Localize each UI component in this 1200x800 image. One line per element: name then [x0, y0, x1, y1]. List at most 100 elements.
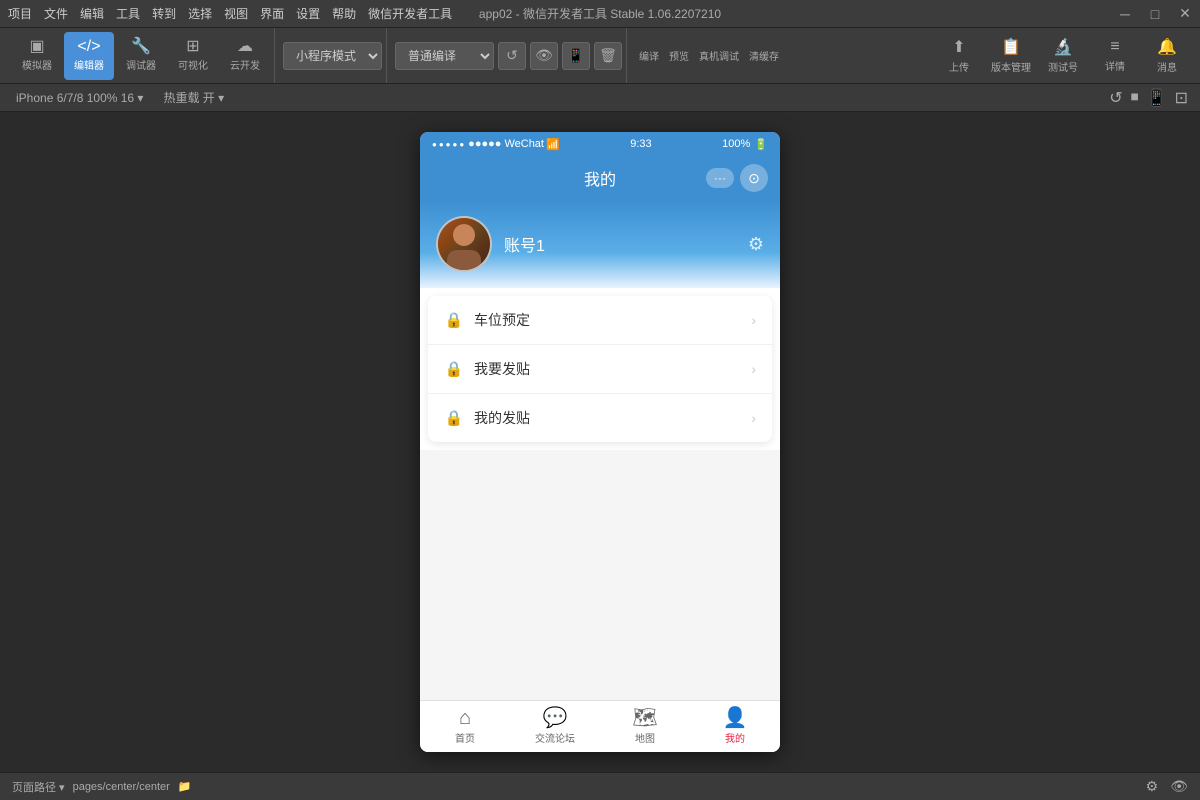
status-time: 9:33 — [630, 138, 651, 150]
wifi-icon: 📶 — [546, 138, 560, 151]
settings-status-icon[interactable]: ⚙ — [1146, 778, 1159, 795]
compile-label: 编译 — [635, 48, 663, 63]
mypost-label: 我的发贴 — [474, 408, 751, 428]
nav-title: 我的 — [584, 166, 616, 190]
carrier-dots: ●●●●● — [432, 140, 466, 149]
dots-label: ··· — [714, 171, 726, 185]
nav-circle-button[interactable]: ⊙ — [740, 164, 768, 192]
clear-label: 清缓存 — [745, 48, 783, 63]
hot-reload-toggle[interactable]: 热重载 开 ▾ — [159, 87, 228, 108]
menu-item-post[interactable]: 🔒 我要发贴 › — [428, 345, 772, 394]
menu-file[interactable]: 文件 — [44, 5, 68, 22]
main-toolbar: ▣ 模拟器 </> 编辑器 🔧 调试器 ⊞ 可视化 ☁ 云开发 小程序模式 插件… — [0, 28, 1200, 84]
battery-icon: 🔋 — [754, 138, 768, 151]
menu-select[interactable]: 选择 — [188, 5, 212, 22]
message-label: 消息 — [1157, 59, 1177, 74]
profile-settings-icon[interactable]: ⚙ — [748, 234, 764, 255]
tab-mine[interactable]: 👤 我的 — [690, 701, 780, 752]
tool-debugger[interactable]: 🔧 调试器 — [116, 32, 166, 80]
eye-button[interactable]: 👁 — [530, 42, 558, 70]
bottom-right: ⚙ 👁 — [1146, 778, 1188, 795]
tool-visual[interactable]: ⊞ 可视化 — [168, 32, 218, 80]
menu-tools[interactable]: 工具 — [116, 5, 140, 22]
tool-group-left: ▣ 模拟器 </> 编辑器 🔧 调试器 ⊞ 可视化 ☁ 云开发 — [8, 28, 275, 83]
upload-tool[interactable]: ⬆ 上传 — [934, 32, 984, 80]
cloud-label: 云开发 — [230, 57, 260, 72]
version-label: 版本管理 — [991, 59, 1031, 74]
tab-map[interactable]: 🗺 地图 — [600, 701, 690, 752]
reload-icon[interactable]: ↺ — [1109, 88, 1122, 108]
detail-tool[interactable]: ≡ 详情 — [1090, 32, 1140, 80]
hot-reload-label: 热重载 开 ▾ — [163, 89, 224, 106]
menu-settings[interactable]: 设置 — [296, 5, 320, 22]
mine-tab-label: 我的 — [725, 730, 745, 745]
expand-icon[interactable]: ⊡ — [1175, 88, 1188, 108]
tab-forum[interactable]: 💬 交流论坛 — [510, 701, 600, 752]
simulator-label: 模拟器 — [22, 57, 52, 72]
home-tab-label: 首页 — [455, 730, 475, 745]
menu-wechat-dev[interactable]: 微信开发者工具 — [368, 5, 452, 22]
mypost-icon: 🔒 — [444, 408, 464, 428]
phone-icon[interactable]: 📱 — [1147, 88, 1167, 108]
maximize-button[interactable]: □ — [1148, 7, 1162, 21]
post-icon: 🔒 — [444, 359, 464, 379]
folder-icon[interactable]: 📁 — [178, 780, 192, 793]
detail-icon: ≡ — [1110, 38, 1119, 56]
compile-select[interactable]: 普通编译 自定义编译 — [395, 42, 494, 70]
mine-tab-icon: 👤 — [723, 708, 748, 728]
page-path: pages/center/center — [73, 781, 170, 793]
phone-simulator: ●●●●● ●●●●● WeChat 📶 9:33 100% 🔋 我的 ··· … — [420, 132, 780, 752]
menu-interface[interactable]: 界面 — [260, 5, 284, 22]
device-label: iPhone 6/7/8 100% 16 ▾ — [16, 91, 143, 105]
nav-dots-button[interactable]: ··· — [706, 168, 734, 188]
path-label[interactable]: 页面路径 ▾ — [12, 779, 65, 795]
menu-help[interactable]: 帮助 — [332, 5, 356, 22]
visual-icon: ⊞ — [186, 39, 199, 55]
device-select[interactable]: iPhone 6/7/8 100% 16 ▾ — [12, 89, 147, 107]
close-button[interactable]: ✕ — [1178, 7, 1192, 21]
bottom-left: 页面路径 ▾ pages/center/center 📁 — [12, 779, 192, 795]
nav-right-actions: ··· ⊙ — [706, 164, 768, 192]
tool-simulator[interactable]: ▣ 模拟器 — [12, 32, 62, 80]
status-right: 100% 🔋 — [722, 138, 768, 151]
menu-item-mypost[interactable]: 🔒 我的发贴 › — [428, 394, 772, 442]
stop-icon[interactable]: ⏹ — [1131, 89, 1139, 107]
menu-goto[interactable]: 转到 — [152, 5, 176, 22]
parking-label: 车位预定 — [474, 310, 751, 330]
version-tool[interactable]: 📋 版本管理 — [986, 32, 1036, 80]
mode-select[interactable]: 小程序模式 插件模式 — [283, 42, 382, 70]
title-bar: 项目 文件 编辑 工具 转到 选择 视图 界面 设置 帮助 微信开发者工具 ap… — [0, 0, 1200, 28]
right-toolbar: ⬆ 上传 📋 版本管理 🔬 测试号 ≡ 详情 🔔 消息 — [934, 32, 1192, 80]
menu-edit[interactable]: 编辑 — [80, 5, 104, 22]
map-tab-icon: 🗺 — [632, 708, 657, 728]
window-controls: ─ □ ✕ — [1118, 7, 1192, 21]
tool-editor[interactable]: </> 编辑器 — [64, 32, 114, 80]
test-icon: 🔬 — [1053, 37, 1073, 57]
status-left: ●●●●● ●●●●● WeChat 📶 — [432, 138, 560, 151]
forum-tab-icon: 💬 — [543, 708, 568, 728]
carrier-name: ●●●●● WeChat — [468, 138, 544, 150]
message-tool[interactable]: 🔔 消息 — [1142, 32, 1192, 80]
post-arrow: › — [751, 361, 756, 377]
real-device-button[interactable]: 📱 — [562, 42, 590, 70]
menu-project[interactable]: 项目 — [8, 5, 32, 22]
home-tab-icon: ⌂ — [459, 708, 471, 728]
test-label: 测试号 — [1048, 59, 1078, 74]
menu-item-parking[interactable]: 🔒 车位预定 › — [428, 296, 772, 345]
clear-button[interactable]: 🗑 — [594, 42, 622, 70]
menu-view[interactable]: 视图 — [224, 5, 248, 22]
tab-home[interactable]: ⌂ 首页 — [420, 701, 510, 752]
parking-arrow: › — [751, 312, 756, 328]
test-tool[interactable]: 🔬 测试号 — [1038, 32, 1088, 80]
refresh-button[interactable]: ↺ — [498, 42, 526, 70]
compile-labels: 编译 预览 真机调试 清缓存 — [635, 48, 783, 63]
menu-list: 🔒 车位预定 › 🔒 我要发贴 › 🔒 我的发贴 › — [428, 296, 772, 442]
avatar-silhouette — [438, 218, 490, 270]
tool-cloud[interactable]: ☁ 云开发 — [220, 32, 270, 80]
preview-status-icon[interactable]: 👁 — [1170, 778, 1188, 795]
app-title: app02 - 微信开发者工具 Stable 1.06.2207210 — [479, 5, 721, 22]
bottom-status-bar: 页面路径 ▾ pages/center/center 📁 ⚙ 👁 — [0, 772, 1200, 800]
debugger-icon: 🔧 — [131, 39, 151, 55]
minimize-button[interactable]: ─ — [1118, 7, 1132, 21]
real-device-label: 真机调试 — [695, 48, 743, 63]
